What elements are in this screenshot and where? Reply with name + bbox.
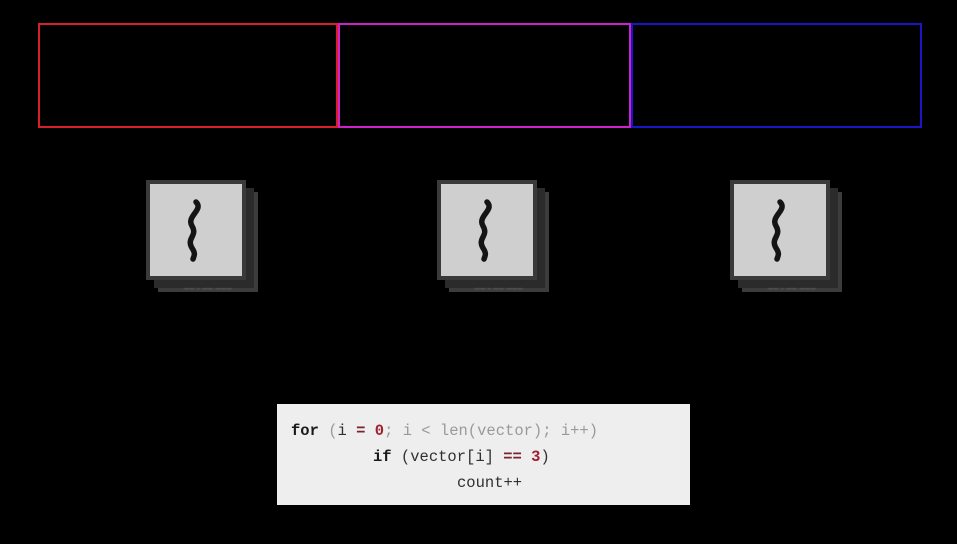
document-icon-1[interactable]: —— – —— ——— — [146, 180, 258, 292]
code-block: for (i = 0; i < len(vector); i++) if (vec… — [277, 404, 690, 505]
code-line-1: for (i = 0; i < len(vector); i++) — [277, 418, 690, 444]
code-token: count++ — [457, 474, 523, 492]
code-token: < — [412, 422, 440, 440]
code-token: ( — [318, 422, 338, 440]
code-line-3: count++ — [277, 470, 690, 496]
code-token: 0 — [374, 422, 385, 440]
code-token: i — [337, 422, 347, 440]
center-panel[interactable] — [338, 23, 631, 128]
squiggle-icon — [187, 199, 201, 262]
document-caption-2: —— – —— ——— — [474, 287, 524, 292]
code-token: ) — [540, 448, 550, 466]
squiggle-icon — [478, 199, 492, 262]
document-caption-3: —— – —— ——— — [767, 287, 817, 292]
document-caption-1: —— – —— ——— — [183, 287, 233, 292]
document-icon-2[interactable]: —— – —— ——— — [437, 180, 549, 292]
slide-canvas: —— – —— ——— —— – —— ——— —— – —— ——— for … — [0, 0, 957, 544]
code-line-2: if (vector[i] == 3) — [277, 444, 690, 470]
right-panel[interactable] — [631, 23, 922, 128]
left-panel[interactable] — [38, 23, 338, 128]
document-icon-3[interactable]: —— – —— ——— — [730, 180, 842, 292]
code-token: if — [373, 448, 392, 466]
code-token: i — [402, 422, 412, 440]
code-token: (vector[i] — [391, 448, 504, 466]
code-token: == — [503, 448, 522, 466]
code-token: ; — [384, 422, 403, 440]
code-token: len(vector); i++) — [439, 422, 599, 440]
code-token: for — [291, 422, 319, 440]
squiggle-icon — [771, 199, 785, 262]
